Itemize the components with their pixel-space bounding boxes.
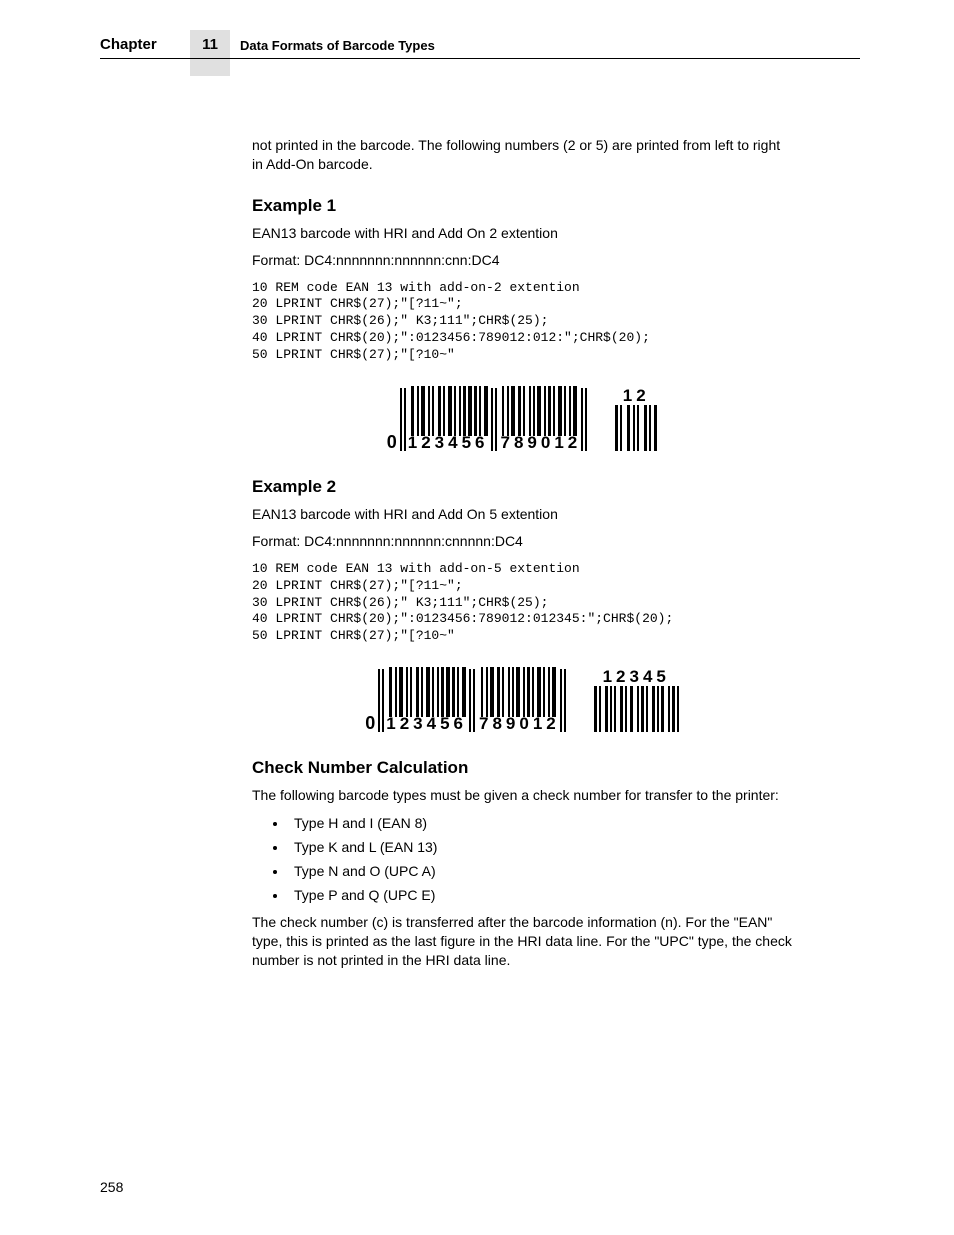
addon5-barcode: 12345	[594, 668, 679, 732]
chapter-title: Data Formats of Barcode Types	[240, 38, 435, 53]
example2-desc: EAN13 barcode with HRI and Add On 5 exte…	[252, 505, 792, 524]
example1-heading: Example 1	[252, 196, 792, 216]
example1-format: Format: DC4:nnnnnnn:nnnnnn:cnn:DC4	[252, 251, 792, 270]
check-heading: Check Number Calculation	[252, 758, 792, 778]
example1-desc: EAN13 barcode with HRI and Add On 2 exte…	[252, 224, 792, 243]
ean13-right-half: 789012	[501, 386, 582, 451]
addon5-digits: 12345	[603, 668, 670, 685]
guard-right	[581, 388, 589, 451]
ean13-left-half: 123456	[408, 386, 489, 451]
ean13-right-half: 789012	[479, 667, 560, 732]
guard-center	[489, 388, 501, 451]
ean13-right-digits: 789012	[501, 434, 582, 451]
list-item: Type P and Q (UPC E)	[288, 887, 792, 903]
addon2-barcode: 12	[615, 387, 657, 451]
ean13-bars: 123456 789012	[378, 667, 567, 732]
ean13-left-digits: 123456	[408, 434, 489, 451]
chapter-label: Chapter	[100, 36, 157, 53]
ean13-right-digits: 789012	[479, 715, 560, 732]
addon2-digits: 12	[623, 387, 650, 404]
ean13-lead-digit: 0	[387, 433, 397, 451]
ean13-left-digits: 123456	[386, 715, 467, 732]
guard-right	[560, 669, 568, 732]
header-rule	[100, 58, 860, 59]
ean13-barcode: 0 123456	[365, 667, 567, 732]
ean13-barcode: 0 123456	[387, 386, 589, 451]
ean13-lead-digit: 0	[365, 714, 375, 732]
example1-barcode-figure: 0 123456	[252, 386, 792, 451]
guard-center	[467, 669, 479, 732]
example2-code: 10 REM code EAN 13 with add-on-5 extenti…	[252, 561, 792, 645]
ean13-bars: 123456 789012	[400, 386, 589, 451]
check-intro: The following barcode types must be give…	[252, 786, 792, 805]
check-outro: The check number (c) is transferred afte…	[252, 913, 792, 970]
page-content: not printed in the barcode. The followin…	[252, 128, 792, 978]
ean13-left-half: 123456	[386, 667, 467, 732]
intro-continuation: not printed in the barcode. The followin…	[252, 136, 792, 174]
example1-code: 10 REM code EAN 13 with add-on-2 extenti…	[252, 280, 792, 364]
chapter-number: 11	[202, 36, 218, 53]
example2-format: Format: DC4:nnnnnnn:nnnnnn:cnnnnn:DC4	[252, 532, 792, 551]
list-item: Type N and O (UPC A)	[288, 863, 792, 879]
check-bullet-list: Type H and I (EAN 8) Type K and L (EAN 1…	[252, 815, 792, 903]
chapter-number-box: 11	[190, 30, 230, 76]
guard-left	[400, 388, 408, 451]
list-item: Type H and I (EAN 8)	[288, 815, 792, 831]
example2-heading: Example 2	[252, 477, 792, 497]
page-number: 258	[100, 1179, 123, 1195]
document-page: Chapter 11 Data Formats of Barcode Types…	[0, 0, 954, 1235]
example2-barcode-figure: 0 123456	[252, 667, 792, 732]
list-item: Type K and L (EAN 13)	[288, 839, 792, 855]
guard-left	[378, 669, 386, 732]
